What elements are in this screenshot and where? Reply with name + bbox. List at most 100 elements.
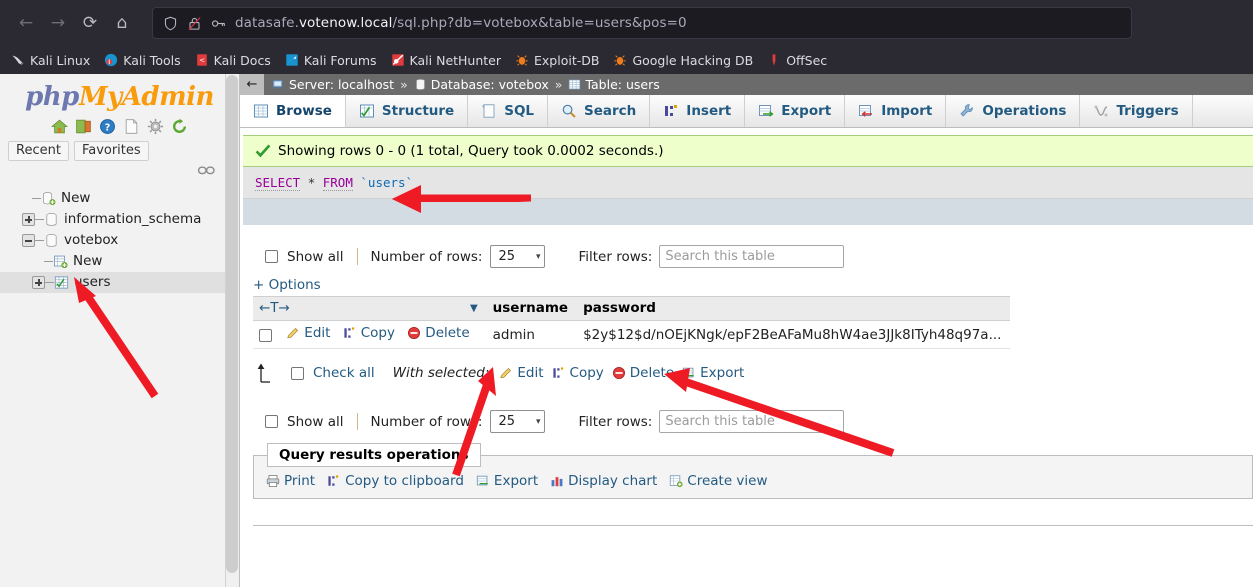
tab-import[interactable]: Import (845, 95, 947, 127)
kali-forums-icon (286, 54, 298, 66)
column-header-password[interactable]: password (577, 296, 1011, 321)
cell-password[interactable]: $2y$12$d/nOEjKNgk/epF2BeAFaMu8hW4ae3JJk8… (577, 320, 1011, 349)
refresh-icon[interactable] (171, 118, 188, 135)
chain-link-icon[interactable] (198, 165, 215, 176)
column-header-username[interactable]: username (486, 296, 578, 321)
with-selected-delete[interactable]: Delete (612, 365, 674, 381)
bookmark-label: Exploit-DB (534, 52, 600, 68)
breadcrumb-back-button[interactable]: ← (240, 74, 264, 95)
home-button[interactable]: ⌂ (106, 7, 138, 39)
row-checkbox[interactable] (259, 329, 272, 342)
row-delete-link[interactable]: Delete (407, 325, 470, 341)
create-view-link[interactable]: Create view (669, 473, 768, 489)
with-selected-edit[interactable]: Edit (499, 365, 544, 381)
tab-search[interactable]: Search (548, 95, 651, 127)
print-link[interactable]: Print (266, 473, 315, 489)
home-icon[interactable] (51, 118, 68, 135)
expand-toggle-icon[interactable] (32, 276, 45, 289)
row-action-label: Copy (360, 325, 395, 341)
success-check-icon (255, 144, 271, 158)
url-bar[interactable]: datasafe.votenow.local/sql.php?db=votebo… (152, 7, 1132, 39)
tree-item-new-database[interactable]: New (0, 188, 239, 209)
tree-item-votebox[interactable]: votebox (0, 230, 239, 251)
options-toggle[interactable]: + Options (240, 277, 1253, 293)
chevron-down-icon[interactable]: ▼ (470, 303, 478, 314)
filter-rows-input-top[interactable]: Search this table (659, 245, 845, 268)
docs-icon[interactable] (123, 118, 140, 135)
back-button[interactable]: ← (10, 7, 42, 39)
tree-item-new-table[interactable]: New (0, 251, 239, 272)
export-link[interactable]: Export (476, 473, 538, 489)
number-of-rows-select-top[interactable]: 25 ▾ (490, 245, 546, 268)
breadcrumb-separator: » (554, 77, 563, 92)
logout-icon[interactable] (75, 118, 92, 135)
sidebar-scrollbar-thumb[interactable] (226, 75, 238, 573)
tab-favorites[interactable]: Favorites (73, 141, 149, 161)
tab-export[interactable]: Export (745, 95, 846, 127)
number-of-rows-select-bottom[interactable]: 25 ▾ (490, 410, 546, 433)
tab-operations[interactable]: Operations (946, 95, 1081, 127)
tab-structure[interactable]: Structure (345, 95, 469, 127)
tab-recent[interactable]: Recent (8, 141, 69, 161)
row-copy-link[interactable]: Copy (343, 325, 395, 341)
check-all-checkbox[interactable] (291, 366, 304, 380)
tree-stub (35, 219, 44, 220)
copy-to-clipboard-link[interactable]: Copy to clipboard (327, 473, 464, 489)
delete-icon (408, 327, 421, 339)
tab-label: Triggers (1116, 103, 1179, 119)
sort-header[interactable]: ←T→ ▼ (253, 296, 487, 321)
filter-rows-input-bottom[interactable]: Search this table (659, 410, 845, 433)
tab-sql[interactable]: SQL (468, 95, 549, 127)
bookmark-label: Kali Forums (303, 52, 377, 68)
phpmyadmin-logo[interactable]: phpMyAdmin (0, 74, 239, 112)
breadcrumb-table[interactable]: Table: users (585, 77, 659, 92)
url-text[interactable]: datasafe.votenow.local/sql.php?db=votebo… (235, 15, 687, 31)
breadcrumb-database[interactable]: Database: votebox (431, 77, 549, 92)
with-selected-export[interactable]: Export (682, 365, 744, 381)
copy-icon (344, 327, 354, 338)
show-all-checkbox-top[interactable] (265, 250, 278, 263)
sql-identifier: `users` (360, 175, 414, 190)
help-icon[interactable]: ? (99, 118, 116, 135)
settings-icon[interactable] (147, 118, 164, 135)
browse-icon (254, 104, 268, 117)
bookmark-kali-nethunter[interactable]: Kali NetHunter (384, 51, 508, 70)
select-all-arrow-icon[interactable] (255, 362, 279, 384)
bookmark-google-hacking-db[interactable]: Google Hacking DB (606, 51, 760, 70)
bookmark-label: Google Hacking DB (632, 52, 754, 68)
tab-browse[interactable]: Browse (240, 95, 346, 127)
row-edit-link[interactable]: Edit (286, 325, 330, 341)
qro-link-label: Export (493, 473, 539, 489)
tab-triggers[interactable]: Triggers (1080, 95, 1193, 127)
key-icon[interactable] (211, 16, 226, 31)
shield-icon[interactable] (163, 16, 178, 31)
sql-query-display[interactable]: SELECT * FROM `users` (243, 167, 1253, 199)
tab-insert[interactable]: Insert (650, 95, 746, 127)
breadcrumb: ← Server: localhost » Database: votebox … (240, 74, 1253, 95)
cell-username[interactable]: admin (486, 320, 578, 349)
breadcrumb-server[interactable]: Server: localhost (289, 77, 394, 92)
sidebar-scrollbar[interactable] (225, 74, 239, 587)
expand-toggle-icon[interactable] (22, 213, 35, 226)
bookmark-kali-linux[interactable]: Kali Linux (4, 51, 97, 70)
forward-button[interactable]: → (42, 7, 74, 39)
bookmark-kali-forums[interactable]: Kali Forums (278, 51, 384, 70)
database-icon (415, 78, 425, 90)
collapse-toggle-icon[interactable] (22, 234, 35, 247)
bookmark-kali-tools[interactable]: Kali Tools (97, 51, 187, 70)
with-selected-copy[interactable]: Copy (552, 365, 604, 381)
show-all-checkbox-bottom[interactable] (265, 415, 278, 428)
sidebar-link-row (0, 161, 239, 176)
tree-item-information-schema[interactable]: information_schema (0, 209, 239, 230)
table-row[interactable]: Edit Copy Delete admin $2y$12$d/nOEjKNgk… (253, 320, 1011, 349)
display-chart-link[interactable]: Display chart (550, 473, 657, 489)
bookmark-exploit-db[interactable]: Exploit-DB (508, 51, 606, 70)
broken-lock-icon[interactable] (187, 16, 202, 31)
bookmark-kali-docs[interactable]: < Kali Docs (188, 51, 278, 70)
bookmark-offsec[interactable]: OffSec (760, 51, 834, 70)
reload-button[interactable]: ⟳ (74, 7, 106, 39)
query-results-operations-panel: Query results operations Print Copy to c… (253, 443, 1253, 499)
check-all-label[interactable]: Check all (313, 365, 375, 381)
tree-item-users[interactable]: users (0, 272, 239, 293)
sidebar-icon-row: ? (0, 118, 239, 135)
